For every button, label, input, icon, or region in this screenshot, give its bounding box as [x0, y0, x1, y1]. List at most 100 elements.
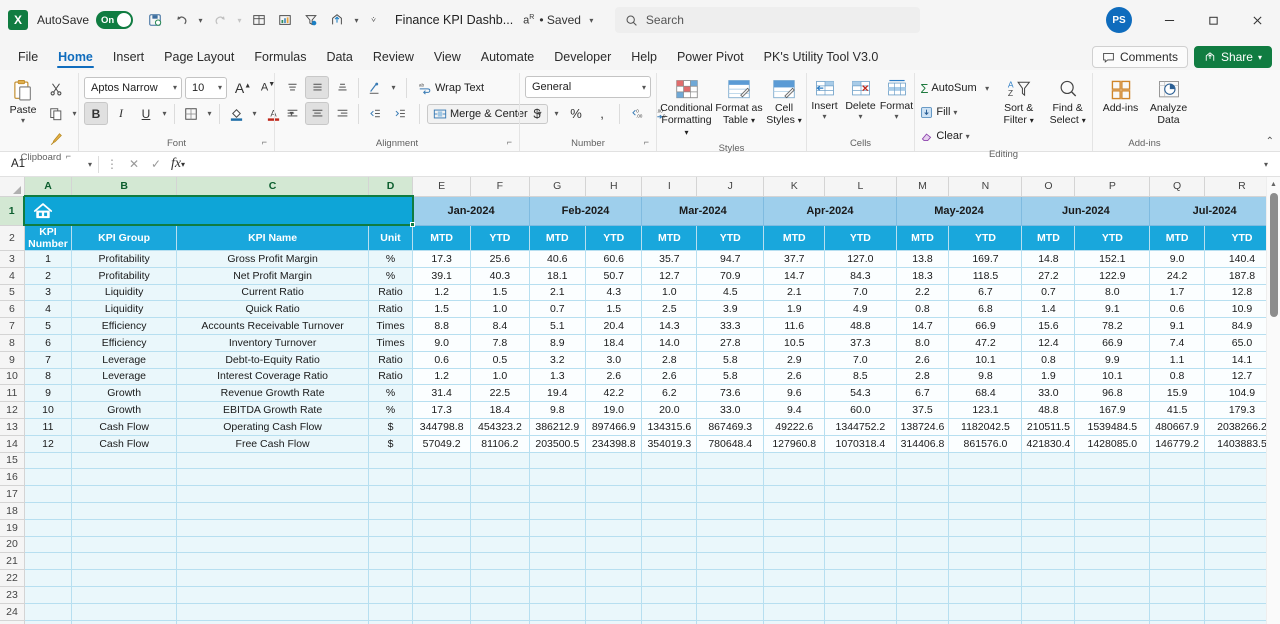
cell-blank[interactable]: [641, 485, 698, 503]
cell-value[interactable]: 8.9: [529, 334, 587, 352]
formula-input[interactable]: [189, 154, 1256, 174]
cell-blank[interactable]: [529, 519, 587, 537]
cell-kpi-name[interactable]: Interest Coverage Ratio: [176, 368, 369, 386]
cell-blank[interactable]: [948, 552, 1023, 571]
redo-icon[interactable]: [208, 8, 232, 32]
percent-button[interactable]: %: [564, 102, 588, 125]
cell-kpi-group[interactable]: Leverage: [71, 351, 178, 369]
col-header-K[interactable]: K: [763, 177, 826, 197]
cell-blank[interactable]: [176, 485, 369, 503]
cell-value[interactable]: 37.5: [896, 401, 950, 419]
cell-blank[interactable]: [368, 552, 414, 571]
cell-blank[interactable]: [368, 603, 414, 621]
cell-blank[interactable]: [368, 586, 414, 604]
col-header-J[interactable]: J: [696, 177, 765, 197]
tab-automate[interactable]: Automate: [471, 46, 545, 70]
cell-value[interactable]: 14.7: [896, 317, 950, 335]
cell-blank[interactable]: [1149, 603, 1205, 621]
cell-value[interactable]: 12.4: [1021, 334, 1076, 352]
cell-value[interactable]: 19.4: [529, 384, 587, 403]
cell-value[interactable]: 9.4: [763, 401, 826, 419]
cell-unit[interactable]: Ratio: [368, 351, 414, 369]
cell-value[interactable]: 1.0: [470, 300, 530, 319]
cell-blank[interactable]: [896, 620, 950, 624]
cell-blank[interactable]: [824, 586, 897, 604]
cell-value[interactable]: 24.2: [1149, 267, 1205, 285]
cell-kpi-group[interactable]: Efficiency: [71, 334, 178, 352]
cell-blank[interactable]: [368, 536, 414, 554]
cell-value[interactable]: 14.8: [1021, 250, 1076, 268]
confirm-entry-button[interactable]: ✓: [145, 154, 167, 174]
cell-value[interactable]: 1428085.0: [1074, 435, 1151, 453]
currency-button[interactable]: $: [525, 102, 549, 125]
cell-value[interactable]: 1.2: [412, 284, 472, 302]
cell-blank[interactable]: [24, 468, 73, 487]
cell-value[interactable]: 0.5: [470, 351, 530, 369]
cell-value[interactable]: 73.6: [696, 384, 765, 403]
row-header-6[interactable]: 6: [0, 300, 25, 319]
row-header-8[interactable]: 8: [0, 334, 25, 352]
cell-value[interactable]: 1344752.2: [824, 418, 897, 436]
cell-blank[interactable]: [585, 552, 643, 571]
cell-value[interactable]: 7.0: [824, 351, 897, 369]
cell-value[interactable]: 1.9: [763, 300, 826, 319]
cell-blank[interactable]: [1021, 620, 1076, 624]
cell-value[interactable]: 780648.4: [696, 435, 765, 453]
cell-value[interactable]: 9.1: [1149, 317, 1205, 335]
cell-value[interactable]: 897466.9: [585, 418, 643, 436]
tab-view[interactable]: View: [424, 46, 471, 70]
cell-blank[interactable]: [1074, 502, 1151, 520]
sensitivity-icon[interactable]: aR: [523, 14, 534, 27]
cell-value[interactable]: 15.9: [1149, 384, 1205, 403]
undo-icon[interactable]: [169, 8, 193, 32]
cell-blank[interactable]: [763, 603, 826, 621]
cell-value[interactable]: 1.7: [1149, 284, 1205, 302]
cell-value[interactable]: 127960.8: [763, 435, 826, 453]
col-header-I[interactable]: I: [641, 177, 698, 197]
cell-value[interactable]: 35.7: [641, 250, 698, 268]
cell-value[interactable]: 78.2: [1074, 317, 1151, 335]
tab-formulas[interactable]: Formulas: [244, 46, 316, 70]
cell-blank[interactable]: [641, 519, 698, 537]
cell-value[interactable]: 2.6: [763, 368, 826, 386]
delete-cells-button[interactable]: Delete ▾: [843, 76, 879, 123]
cell-blank[interactable]: [1074, 552, 1151, 571]
cell-value[interactable]: 5.8: [696, 351, 765, 369]
cell-blank[interactable]: [696, 569, 765, 587]
cell-blank[interactable]: [896, 452, 950, 470]
saved-dropdown-icon[interactable]: ▾: [586, 16, 597, 25]
cell-value[interactable]: 123.1: [948, 401, 1023, 419]
row-header-13[interactable]: 13: [0, 418, 25, 436]
cell-value[interactable]: 2.8: [896, 368, 950, 386]
fill-dropdown-icon[interactable]: ▾: [953, 108, 957, 117]
cell-value[interactable]: 70.9: [696, 267, 765, 285]
col-header-L[interactable]: L: [824, 177, 897, 197]
cell-blank[interactable]: [1074, 452, 1151, 470]
cell-value[interactable]: 0.6: [1149, 300, 1205, 319]
align-left-button[interactable]: [280, 102, 304, 125]
cell-value[interactable]: 27.2: [1021, 267, 1076, 285]
cell-blank[interactable]: [1021, 519, 1076, 537]
cell-blank[interactable]: [71, 620, 178, 624]
cell-styles-button[interactable]: Cell Styles ▾: [763, 76, 805, 129]
cell-value[interactable]: 3.0: [585, 351, 643, 369]
redo-dropdown-icon[interactable]: ▾: [234, 16, 245, 25]
insert-dropdown-icon[interactable]: ▾: [822, 112, 826, 121]
cell-value[interactable]: 37.3: [824, 334, 897, 352]
tab-insert[interactable]: Insert: [103, 46, 154, 70]
cell-blank[interactable]: [176, 502, 369, 520]
cell-value[interactable]: 314406.8: [896, 435, 950, 453]
cell-blank[interactable]: [24, 620, 73, 624]
col-header-F[interactable]: F: [470, 177, 530, 197]
cell-blank[interactable]: [896, 586, 950, 604]
cell-value[interactable]: 33.0: [1021, 384, 1076, 403]
cell-blank[interactable]: [1021, 569, 1076, 587]
cell-value[interactable]: 17.3: [412, 401, 472, 419]
cell-value[interactable]: 0.6: [412, 351, 472, 369]
cell-value[interactable]: 138724.6: [896, 418, 950, 436]
analyze-data-button[interactable]: Analyze Data: [1146, 76, 1192, 128]
tab-review[interactable]: Review: [363, 46, 424, 70]
cell-value[interactable]: 1.1: [1149, 351, 1205, 369]
cell-blank[interactable]: [470, 502, 530, 520]
cell-blank[interactable]: [412, 620, 472, 624]
